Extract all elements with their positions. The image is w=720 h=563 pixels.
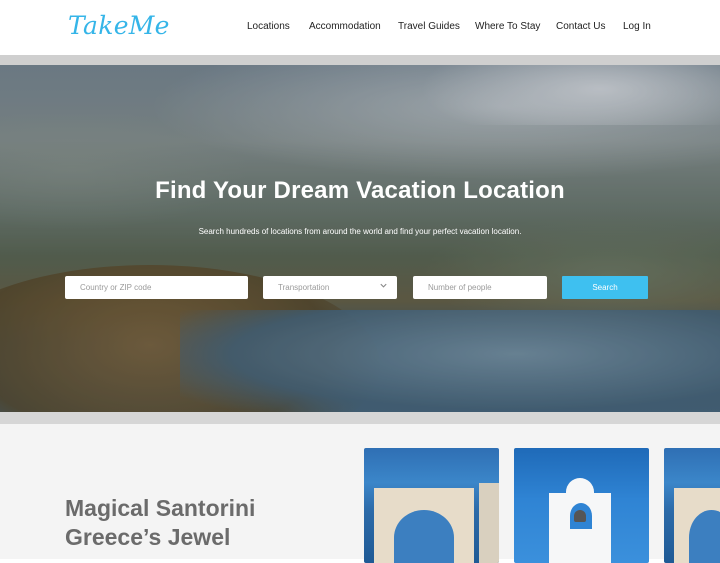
nav-log-in[interactable]: Log In [623,21,651,32]
chevron-down-icon [380,283,387,288]
hero-title: Find Your Dream Vacation Location [155,177,565,204]
people-input[interactable]: Number of people [413,276,547,299]
country-input[interactable]: Country or ZIP code [65,276,248,299]
feature-title-line-1: Magical Santorini [65,495,256,521]
nav-locations[interactable]: Locations [247,21,290,32]
feature-title: Magical Santorini Greece’s Jewel [65,494,255,552]
search-button[interactable]: Search [562,276,648,299]
hero-subtitle: Search hundreds of locations from around… [198,227,522,236]
arch-opening [394,510,454,563]
hero-banner: Find Your Dream Vacation Location Search… [0,65,720,412]
nav-contact-us[interactable]: Contact Us [556,21,605,32]
nav-accommodation[interactable]: Accommodation [309,21,381,32]
header-divider [0,55,720,65]
featured-section: Magical Santorini Greece’s Jewel [0,424,720,563]
feature-title-line-2: Greece’s Jewel [65,524,231,550]
site-header: TakeMe Locations Accommodation Travel Gu… [0,0,720,55]
santorini-photo-card-3[interactable] [664,448,720,563]
nav-travel-guides[interactable]: Travel Guides [398,21,460,32]
side-wall [479,483,499,563]
hero-overlay [0,65,720,412]
nav-where-to-stay[interactable]: Where To Stay [475,21,540,32]
main-nav: Locations Accommodation Travel Guides Wh… [0,0,720,55]
santorini-photo-card-1[interactable] [364,448,499,563]
bell-tower-top [566,478,594,496]
transportation-select-value: Transportation [278,283,330,292]
hero-divider [0,412,720,424]
transportation-select[interactable]: Transportation [263,276,397,299]
santorini-photo-card-2[interactable] [514,448,649,563]
bell-icon [574,510,586,522]
